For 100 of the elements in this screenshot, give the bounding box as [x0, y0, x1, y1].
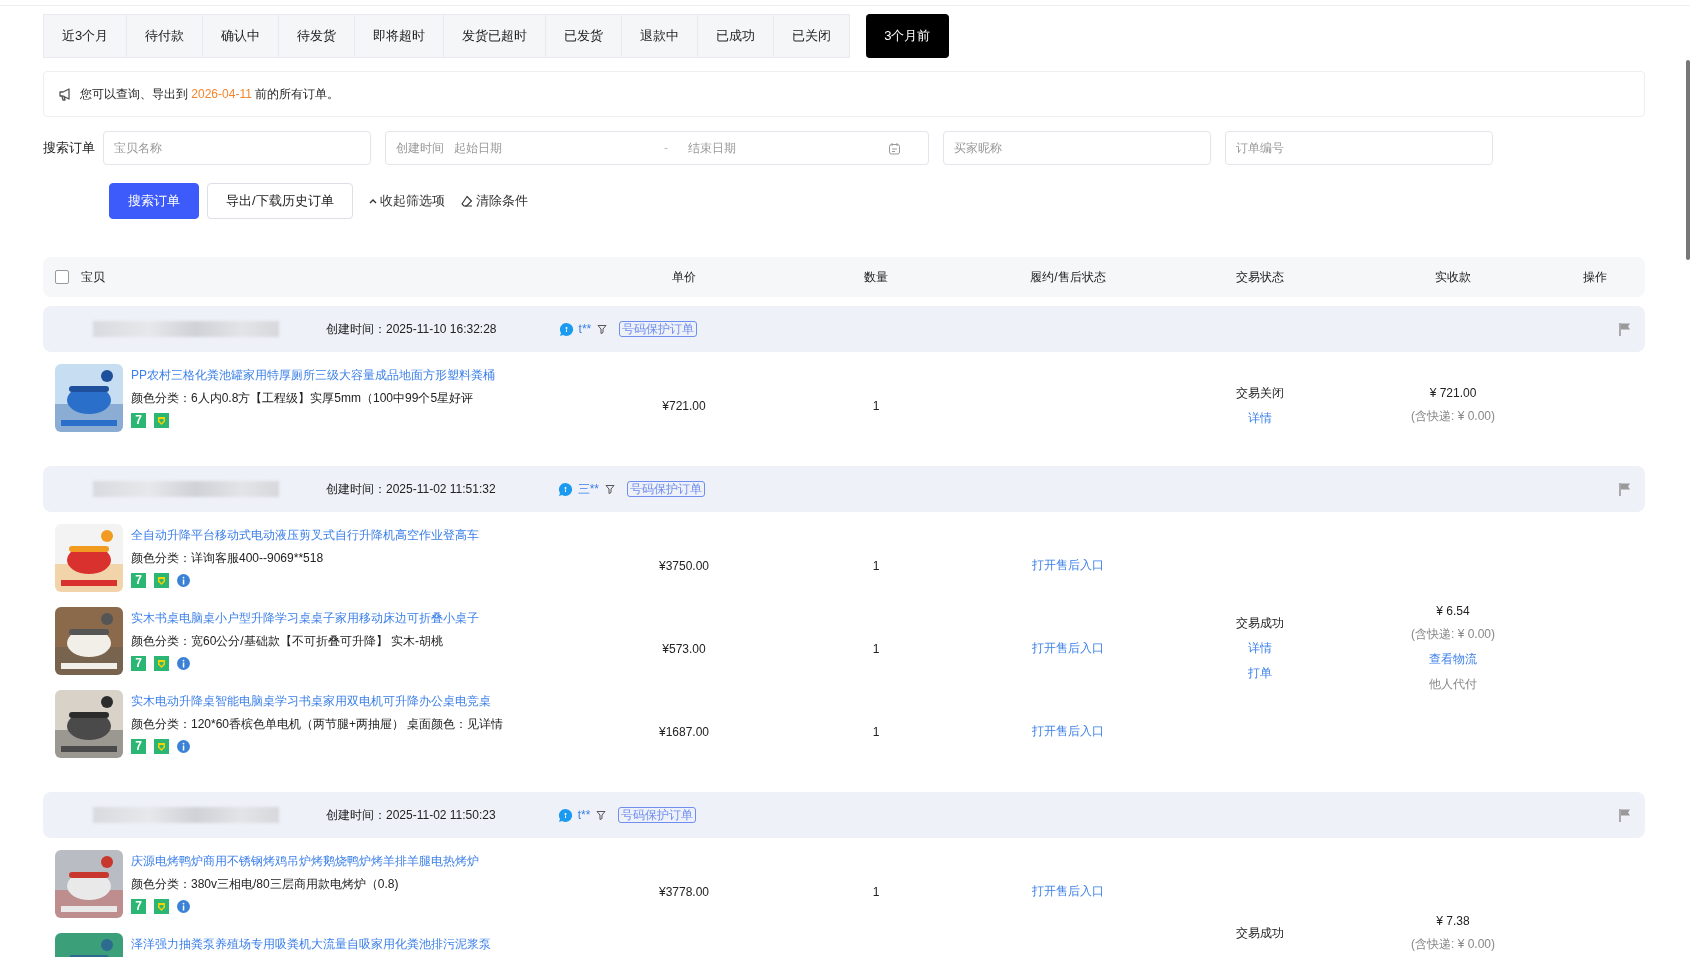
eraser-icon — [460, 195, 473, 207]
status-text: 交易成功 — [1236, 615, 1284, 632]
product-variant: 颜色分类：6人内0.8方【工程级】实厚5mm（100中99个5星好评 — [131, 390, 475, 407]
amount-text: ¥ 7.38 — [1436, 913, 1470, 928]
shield-badge-icon — [154, 413, 169, 428]
after-sale-link[interactable]: 打开售后入口 — [1032, 640, 1104, 657]
quantity: 1 — [872, 641, 880, 656]
tab[interactable]: 近3个月 — [43, 14, 128, 58]
status-text: 交易关闭 — [1236, 384, 1284, 402]
info-icon — [177, 574, 190, 587]
column-header: 操作 — [1582, 268, 1607, 286]
product-variant: 颜色分类：详询客服400--9069**518 — [131, 550, 325, 567]
product-variant: 颜色分类：宽60公分/基础款【不可折叠可升降】 实木-胡桃 — [131, 633, 444, 650]
export-button[interactable]: 导出/下载历史订单 — [207, 183, 353, 219]
product-title-link[interactable]: 实木电动升降桌智能电脑桌学习书桌家用双电机可升降办公桌电竞桌 — [131, 693, 504, 710]
caret-up-icon — [368, 198, 377, 204]
shield-badge-icon — [154, 573, 169, 588]
field-label: 创建时间 — [396, 139, 444, 157]
product-title-link[interactable]: 泽洋强力抽粪泵养殖场专用吸粪机大流量自吸家用化粪池排污泥浆泵 — [131, 936, 491, 953]
chat-bubble-icon — [558, 321, 574, 337]
flag-icon — [1619, 808, 1631, 822]
collapse-link[interactable]: 收起筛选项 — [379, 192, 445, 210]
unit-price: ¥3778.00 — [658, 884, 710, 899]
created-time: 创建时间：2025-11-02 11:51:32 — [326, 480, 496, 498]
seven-day-return-badge: 7 — [131, 739, 146, 754]
tab[interactable]: 3个月前 — [866, 14, 950, 58]
filter-icon — [605, 484, 615, 494]
status-text: 交易成功 — [1236, 924, 1284, 942]
info-icon — [177, 900, 190, 913]
order-number-field[interactable]: 订单编号 — [1225, 131, 1493, 165]
quantity: 1 — [872, 398, 880, 413]
column-header: 单价 — [672, 268, 696, 286]
column-header: 宝贝 — [81, 268, 105, 286]
tab[interactable]: 待发货 — [279, 14, 356, 58]
product-variant: 颜色分类：380v三相电/80三层商用款电烤炉（0.8) — [131, 876, 400, 893]
search-label: 搜索订单 — [43, 139, 95, 157]
tab[interactable]: 即将超时 — [355, 14, 445, 58]
product-title-link[interactable]: 实木书桌电脑桌小户型升降学习桌桌子家用移动床边可折叠小桌子 — [131, 610, 479, 627]
unit-price: ¥721.00 — [662, 398, 706, 413]
amount-text: (含快递: ¥ 0.00) — [1411, 626, 1495, 643]
date-range-field[interactable]: 创建时间 起始日期 - 结束日期 — [385, 131, 929, 165]
checkbox[interactable] — [55, 270, 69, 284]
tab[interactable]: 已成功 — [698, 14, 775, 58]
flag-icon — [1619, 322, 1631, 336]
tab[interactable]: 退款中 — [622, 14, 699, 58]
product-title-link[interactable]: 庆源电烤鸭炉商用不锈钢烤鸡吊炉烤鹅烧鸭炉烤羊排羊腿电热烤炉 — [131, 853, 479, 870]
clear-link[interactable]: 清除条件 — [475, 192, 528, 210]
buyer-name[interactable]: t** — [577, 808, 591, 822]
info-icon — [177, 740, 190, 753]
shield-badge-icon — [154, 899, 169, 914]
filter-icon — [596, 810, 607, 820]
product-title-link[interactable]: 全自动升降平台移动式电动液压剪叉式自行升降机高空作业登高车 — [131, 527, 479, 544]
order-tag: 号码保护订单 — [627, 481, 705, 497]
status-link[interactable]: 详情 — [1248, 640, 1272, 657]
after-sale-link[interactable]: 打开售后入口 — [1032, 883, 1104, 900]
amount-text: ¥ 6.54 — [1436, 604, 1470, 618]
seven-day-return-badge: 7 — [131, 413, 146, 428]
unit-price: ¥3750.00 — [658, 558, 710, 573]
after-sale-link[interactable]: 打开售后入口 — [1032, 557, 1104, 574]
order-tag: 号码保护订单 — [619, 321, 698, 337]
shield-badge-icon — [154, 656, 169, 671]
calendar-icon — [888, 141, 901, 155]
shield-badge-icon — [154, 739, 169, 754]
chat-bubble-icon — [557, 807, 573, 823]
amount-link[interactable]: 查看物流 — [1429, 651, 1477, 668]
seven-day-return-badge: 7 — [131, 656, 146, 671]
quantity: 1 — [872, 724, 880, 739]
tab[interactable]: 待付款 — [127, 14, 204, 58]
range-separator: - — [664, 141, 668, 155]
item-name-field[interactable]: 宝贝名称 — [103, 131, 371, 165]
after-sale-link[interactable]: 打开售后入口 — [1032, 723, 1104, 740]
scrollbar-thumb[interactable] — [1686, 60, 1690, 260]
product-title-link[interactable]: PP农村三格化粪池罐家用特厚厕所三级大容量成品地面方形塑料粪桶 — [131, 367, 495, 384]
seven-day-return-badge: 7 — [131, 573, 146, 588]
tab[interactable]: 确认中 — [203, 14, 280, 58]
status-link[interactable]: 打单 — [1248, 665, 1272, 682]
order-tag: 号码保护订单 — [618, 807, 697, 823]
buyer-name[interactable]: 三** — [577, 480, 599, 498]
amount-text: ¥ 721.00 — [1429, 386, 1477, 400]
tab[interactable]: 已发货 — [546, 14, 623, 58]
column-header: 数量 — [864, 268, 888, 286]
flag-icon — [1619, 482, 1631, 496]
quantity: 1 — [872, 884, 880, 899]
buyer-name[interactable]: t** — [578, 322, 592, 336]
unit-price: ¥573.00 — [662, 641, 706, 656]
notice-text: 您可以查询、导出到 2026-04-11 前的所有订单。 — [80, 85, 340, 103]
unit-price: ¥1687.00 — [658, 724, 710, 739]
status-link[interactable]: 详情 — [1248, 409, 1272, 427]
column-header: 履约/售后状态 — [1030, 268, 1106, 286]
info-icon — [177, 657, 190, 670]
amount-text: (含快递: ¥ 0.00) — [1411, 408, 1495, 425]
amount-text: 他人代付 — [1429, 676, 1477, 693]
created-time: 创建时间：2025-11-02 11:50:23 — [326, 806, 496, 824]
chat-bubble-icon — [557, 481, 573, 497]
search-button[interactable]: 搜索订单 — [109, 183, 199, 219]
amount-text: (含快递: ¥ 0.00) — [1411, 935, 1495, 953]
tab[interactable]: 发货已超时 — [444, 14, 547, 58]
tab[interactable]: 已关闭 — [774, 14, 851, 58]
created-time: 创建时间：2025-11-10 16:32:28 — [326, 320, 497, 338]
buyer-nickname-field[interactable]: 买家昵称 — [943, 131, 1211, 165]
